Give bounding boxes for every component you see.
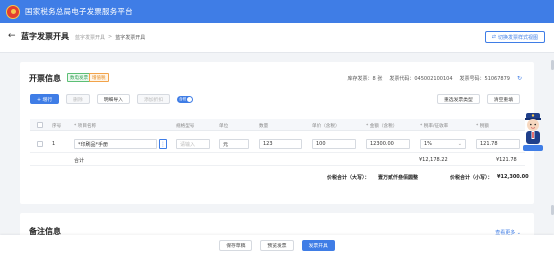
switch-view-button[interactable]: ⇄ 切换发票样式视图 xyxy=(484,31,545,43)
table-toolbar-right: 重选发票类型 清空重填 xyxy=(437,94,520,104)
clear-refill-button[interactable]: 清空重填 xyxy=(486,94,520,104)
stock-count: 库存发票：8 张 xyxy=(347,76,383,82)
assistant-mascot-icon[interactable] xyxy=(520,111,546,153)
total-caps-label: 价税合计（大写）： xyxy=(327,175,370,181)
delete-button[interactable]: 删除 xyxy=(66,94,90,104)
invoice-code: 发票代码：045002100104 xyxy=(389,76,453,82)
subtotal-row: 合计 ¥12,178.22 ¥121.78 xyxy=(30,153,525,166)
breadcrumb-item[interactable]: 蓝字发票开具 xyxy=(75,34,105,41)
platform-title: 国家税务总局电子发票服务平台 xyxy=(25,7,133,16)
item-name-input[interactable]: *印刷品*手册 xyxy=(74,139,157,149)
column-header: 单价（含税） xyxy=(312,124,340,129)
more-options-icon[interactable]: ⋮ xyxy=(159,139,167,149)
invoice-info-card: 开票信息 数电发票 增值税 库存发票：8 张 发票代码：045002100104… xyxy=(20,62,534,204)
column-header: * 税额 xyxy=(476,124,489,129)
reselect-type-button[interactable]: 重选发票类型 xyxy=(437,94,480,104)
row-checkbox[interactable] xyxy=(37,141,43,147)
tax-emblem-icon xyxy=(6,4,20,19)
invoice-number: 发票号码：51067879 xyxy=(459,76,510,82)
column-header: 序号 xyxy=(52,124,62,129)
page-title: 蓝字发票开具 xyxy=(21,32,69,41)
page-header: ← 蓝字发票开具 蓝字发票开具 > 蓝字发票开具 ⇄ 切换发票样式视图 xyxy=(0,23,554,53)
column-header: 数量 xyxy=(259,124,269,129)
breadcrumb: 蓝字发票开具 > 蓝字发票开具 xyxy=(75,34,145,41)
refresh-icon[interactable]: ↻ xyxy=(517,75,522,82)
table-header: 序号 * 项目名称 规格型号 单位 数量 单价（含税） * 金额（含税） * 税… xyxy=(30,119,525,131)
subtotal-amount: ¥12,178.22 xyxy=(419,157,448,163)
subtotal-tax: ¥121.78 xyxy=(496,157,517,163)
switch-view-label: 切换发票样式视图 xyxy=(497,34,538,41)
toggle-label: 含税 xyxy=(179,96,187,101)
section-title: 开票信息 xyxy=(29,74,61,83)
unit-price-input[interactable]: 100 xyxy=(312,139,356,149)
import-details-button[interactable]: 明细导入 xyxy=(96,94,130,104)
bottom-action-bar: 保存草稿 预览发票 发票开具 xyxy=(0,235,554,255)
tax-included-toggle[interactable]: 含税 xyxy=(177,95,194,103)
total-small-value: ¥12,300.00 xyxy=(497,174,529,180)
row-index: 1 xyxy=(52,141,56,147)
total-caps-value: 壹万贰仟叁佰圆整 xyxy=(378,175,419,181)
select-all-checkbox[interactable] xyxy=(37,122,43,128)
subtotal-label: 合计 xyxy=(74,158,85,164)
breadcrumb-separator: > xyxy=(108,34,113,40)
invoice-meta: 库存发票：8 张 发票代码：045002100104 发票号码：51067879… xyxy=(348,75,522,82)
add-row-button[interactable]: + 增行 xyxy=(30,94,60,104)
column-header: * 税率/征收率 xyxy=(420,124,449,129)
preview-invoice-button[interactable]: 预览发票 xyxy=(260,239,294,251)
tax-rate-select[interactable]: 1% ⌄ xyxy=(420,139,466,149)
switch-icon: ⇄ xyxy=(491,34,496,40)
quantity-input[interactable]: 123 xyxy=(259,139,302,149)
table-row: 1 *印刷品*手册 ⋮ 请输入 元 123 100 12300.00 1% ⌄ … xyxy=(30,135,525,153)
top-bar: 国家税务总局电子发票服务平台 xyxy=(0,0,554,23)
breadcrumb-current: 蓝字发票开具 xyxy=(115,35,146,41)
amount-input[interactable]: 12300.00 xyxy=(366,139,410,149)
unit-input[interactable]: 元 xyxy=(219,139,249,149)
save-draft-button[interactable]: 保存草稿 xyxy=(219,239,253,251)
column-header: 规格型号 xyxy=(176,124,195,129)
toggle-knob xyxy=(187,96,193,102)
tax-amount-input[interactable]: 121.78 xyxy=(476,139,520,149)
column-header: 单位 xyxy=(219,124,229,129)
column-header: * 金额（含税） xyxy=(366,124,398,129)
tax-type-tag: 增值税 xyxy=(89,73,109,82)
chevron-down-icon: ⌄ xyxy=(457,141,462,147)
back-arrow-icon[interactable]: ← xyxy=(8,31,16,41)
total-small-label: 价税合计（小写）： xyxy=(450,175,493,181)
table-toolbar: + 增行 删除 明细导入 添加折扣 含税 xyxy=(30,94,194,104)
add-discount-button[interactable]: 添加折扣 xyxy=(136,94,171,104)
tax-rate-value: 1% xyxy=(424,141,432,147)
issue-invoice-button[interactable]: 发票开具 xyxy=(301,239,335,251)
column-header: * 项目名称 xyxy=(74,124,97,129)
total-row: 价税合计（大写）： 壹万贰仟叁佰圆整 价税合计（小写）： ¥12,300.00 xyxy=(30,166,529,194)
spec-input[interactable]: 请输入 xyxy=(176,139,210,149)
invoice-type-tag: 数电发票 xyxy=(67,73,91,82)
